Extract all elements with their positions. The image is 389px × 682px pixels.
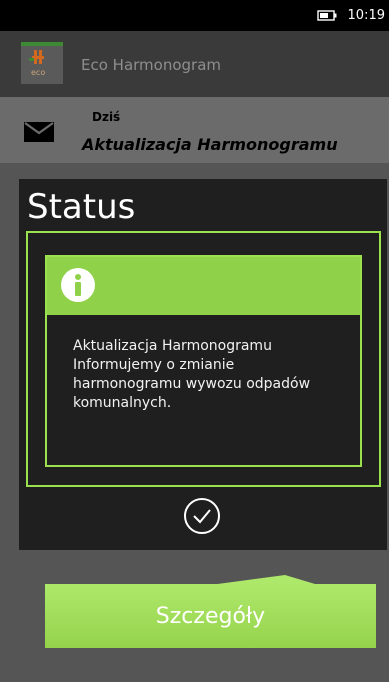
message-date: Dziś xyxy=(92,110,121,124)
confirm-button[interactable] xyxy=(182,496,222,536)
clock: 10:19 xyxy=(347,8,385,23)
dialog-title: Status xyxy=(27,187,136,227)
app-logo-icon: eco xyxy=(21,42,63,84)
info-message-line: Aktualizacja Harmonogramu xyxy=(73,338,272,354)
info-message: Aktualizacja Harmonogramu Informujemy o … xyxy=(73,337,353,413)
app-title: Eco Harmonogram xyxy=(81,56,222,74)
dialog-content-frame: Aktualizacja Harmonogramu Informujemy o … xyxy=(26,231,381,487)
info-message-line: harmonogramu wywozu odpadów xyxy=(73,376,311,392)
message-list-item[interactable]: Dziś Aktualizacja Harmonogramu xyxy=(0,97,389,163)
logo-text: eco xyxy=(31,68,46,77)
checkmark-icon xyxy=(193,509,211,524)
info-icon xyxy=(61,268,95,302)
system-status-bar: 10:19 xyxy=(0,0,389,31)
battery-icon xyxy=(317,10,337,21)
info-card: Aktualizacja Harmonogramu Informujemy o … xyxy=(45,255,362,467)
info-message-line: komunalnych. xyxy=(73,395,172,411)
message-subject: Aktualizacja Harmonogramu xyxy=(82,135,338,154)
details-button[interactable]: Szczegóły xyxy=(45,584,376,648)
app-header: eco Eco Harmonogram xyxy=(0,31,389,97)
envelope-icon xyxy=(24,122,54,142)
info-card-header xyxy=(47,257,360,315)
info-message-line: Informujemy o zmianie xyxy=(73,357,235,373)
status-dialog: Status Aktualizacja Harmonogramu Informu… xyxy=(19,179,387,550)
